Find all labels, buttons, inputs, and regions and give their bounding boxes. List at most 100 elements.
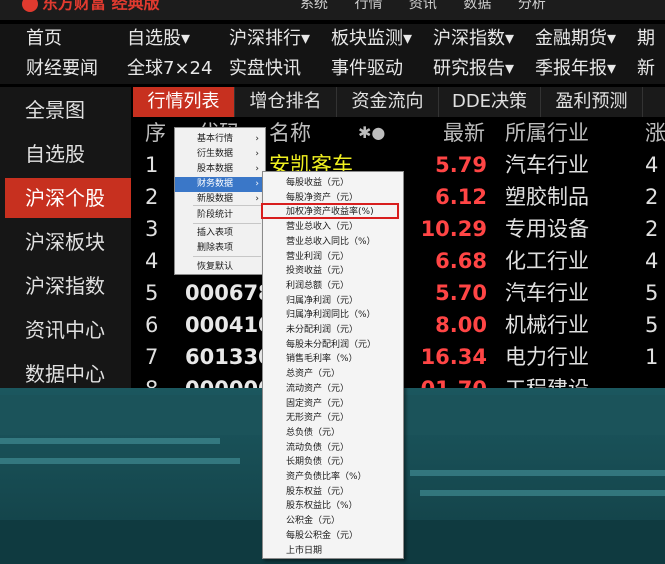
cell-idx: 2	[145, 185, 159, 209]
backdrop-stripe	[410, 470, 665, 476]
sidebar-item-indices[interactable]: 沪深指数	[5, 266, 131, 306]
submenu-item[interactable]: 上市日期	[263, 543, 403, 559]
cell-idx: 6	[145, 313, 159, 337]
submenu-item[interactable]: 营业利润（元）	[263, 249, 403, 265]
submenu-item[interactable]: 营业总收入同比（%）	[263, 234, 403, 250]
context-menu-item-label: 股本数据	[197, 164, 234, 174]
submenu-item[interactable]: 总资产（元）	[263, 366, 403, 382]
menu-reports[interactable]: 季报年报▾	[535, 54, 616, 84]
menu-research[interactable]: 研究报告▾	[433, 54, 514, 84]
context-menu-item[interactable]: 删除表项	[175, 241, 265, 256]
sidebar-item-overview[interactable]: 全景图	[5, 90, 131, 130]
menu-global-724[interactable]: 全球7×24	[127, 54, 212, 84]
header-name[interactable]: 名称	[269, 117, 311, 149]
submenu-item[interactable]: 营业总收入（元）	[263, 219, 403, 235]
menu-separator	[193, 205, 261, 206]
context-menu-item[interactable]: 恢复默认	[175, 260, 265, 275]
menu-separator	[193, 256, 261, 257]
title-menu-item[interactable]: 数据	[463, 0, 491, 12]
submenu-item[interactable]: 未分配利润（元）	[263, 322, 403, 338]
context-menu-item[interactable]: 股本数据 ›	[175, 162, 265, 177]
submenu-item[interactable]: 固定资产（元）	[263, 396, 403, 412]
sidebar-item-data-center[interactable]: 数据中心	[5, 354, 131, 388]
submenu-item[interactable]: 每股收益（元）	[263, 175, 403, 191]
menu-news[interactable]: 财经要闻	[26, 54, 98, 84]
context-menu-item-label: 财务数据	[197, 179, 234, 189]
submenu-item[interactable]: 资产负债比率（%）	[263, 469, 403, 485]
sidebar-item-stocks[interactable]: 沪深个股	[5, 178, 131, 218]
cell-price: 5.70	[435, 281, 487, 305]
sidebar-item-watchlist[interactable]: 自选股	[5, 134, 131, 174]
submenu-item[interactable]: 长期负债（元）	[263, 454, 403, 470]
sidebar: 全景图 自选股 沪深个股 沪深板块 沪深指数 资讯中心 数据中心	[0, 87, 131, 388]
menu-index[interactable]: 沪深指数▾	[433, 24, 514, 54]
cell-industry: 机械行业	[505, 313, 589, 337]
header-mark[interactable]: ✱●	[358, 117, 385, 149]
submenu-item[interactable]: 流动负债（元）	[263, 440, 403, 456]
header-index[interactable]: 序	[145, 117, 166, 149]
context-menu-item[interactable]: 基本行情 ›	[175, 132, 265, 147]
context-menu-item[interactable]: 阶段统计	[175, 208, 265, 223]
submenu-item[interactable]: 总负债（元）	[263, 425, 403, 441]
menu-live-flash[interactable]: 实盘快讯	[229, 54, 301, 84]
tab-profit-forecast[interactable]: 盈利预测	[541, 87, 643, 117]
title-menu-item[interactable]: 系统	[300, 0, 328, 12]
submenu-item[interactable]: 股东权益（元）	[263, 484, 403, 500]
cell-extra: 1	[645, 345, 659, 369]
tab-position-rank[interactable]: 增仓排名	[235, 87, 337, 117]
cell-code: 000410	[185, 313, 273, 337]
menu-new[interactable]: 新	[637, 54, 655, 84]
tab-bar: 行情列表 增仓排名 资金流向 DDE决策 盈利预测	[133, 87, 665, 117]
menu-event-driven[interactable]: 事件驱动	[331, 54, 403, 84]
context-menu: 基本行情 › 衍生数据 › 股本数据 › 财务数据 › 新股数据 › 阶段统计 插入表项 删除表项 恢复默…	[174, 127, 266, 275]
submenu-item[interactable]: 销售毛利率（%）	[263, 351, 403, 367]
context-menu-item-label: 插入表项	[197, 228, 234, 238]
backdrop-stripe	[420, 490, 665, 496]
cell-price: 6.12	[435, 185, 487, 209]
menu-watchlist[interactable]: 自选股▾	[127, 24, 190, 54]
submenu-item[interactable]: 股东权益比（%）	[263, 498, 403, 514]
sidebar-item-info-center[interactable]: 资讯中心	[5, 310, 131, 350]
context-menu-item[interactable]: 衍生数据 ›	[175, 147, 265, 162]
cell-industry: 专用设备	[505, 217, 589, 241]
tab-fund-flow[interactable]: 资金流向	[337, 87, 439, 117]
menu-separator	[193, 223, 261, 224]
menu-home[interactable]: 首页	[26, 24, 62, 54]
submenu-item[interactable]: 每股未分配利润（元）	[263, 337, 403, 353]
submenu-item[interactable]: 公积金（元）	[263, 513, 403, 529]
tab-dde[interactable]: DDE决策	[439, 87, 541, 117]
submenu-arrow-icon: ›	[255, 179, 259, 189]
tab-quote-list[interactable]: 行情列表	[133, 87, 235, 117]
header-latest[interactable]: 最新	[443, 117, 485, 149]
app-logo: 东方财富 经典版	[22, 0, 160, 12]
cell-industry: 电力行业	[505, 345, 589, 369]
cell-code: 000678	[185, 281, 273, 305]
title-menu: 系统 行情 资讯 数据 分析	[300, 0, 568, 11]
cell-idx: 4	[145, 249, 159, 273]
submenu-item[interactable]: 利润总额（元）	[263, 278, 403, 294]
menu-sector-monitor[interactable]: 板块监测▾	[331, 24, 412, 54]
title-menu-item[interactable]: 分析	[518, 0, 546, 12]
menu-futures[interactable]: 金融期货▾	[535, 24, 616, 54]
submenu-arrow-icon: ›	[255, 164, 259, 174]
submenu-item[interactable]: 投资收益（元）	[263, 263, 403, 279]
submenu-item[interactable]: 无形资产（元）	[263, 410, 403, 426]
menu-ranking[interactable]: 沪深排行▾	[229, 24, 310, 54]
menu-more[interactable]: 期	[637, 24, 655, 54]
sidebar-item-sectors[interactable]: 沪深板块	[5, 222, 131, 262]
context-menu-item[interactable]: 插入表项	[175, 226, 265, 241]
submenu-item[interactable]: 归属净利润（元）	[263, 293, 403, 309]
header-industry[interactable]: 所属行业	[505, 117, 589, 149]
submenu-item[interactable]: 每股公积金（元）	[263, 528, 403, 544]
cell-code: 601330	[185, 345, 273, 369]
title-menu-item[interactable]: 行情	[354, 0, 382, 12]
cell-extra: 2	[645, 185, 659, 209]
title-menu-item[interactable]: 资讯	[409, 0, 437, 12]
submenu-item[interactable]: 流动资产（元）	[263, 381, 403, 397]
cell-idx: 3	[145, 217, 159, 241]
cell-extra: 5	[645, 281, 659, 305]
header-change[interactable]: 涨	[645, 117, 665, 149]
context-menu-item[interactable]: 财务数据 ›	[175, 177, 265, 192]
submenu-item[interactable]: 归属净利润同比（%）	[263, 307, 403, 323]
menubar-row-1: 首页 自选股▾ 沪深排行▾ 板块监测▾ 沪深指数▾ 金融期货▾ 期	[0, 24, 665, 54]
